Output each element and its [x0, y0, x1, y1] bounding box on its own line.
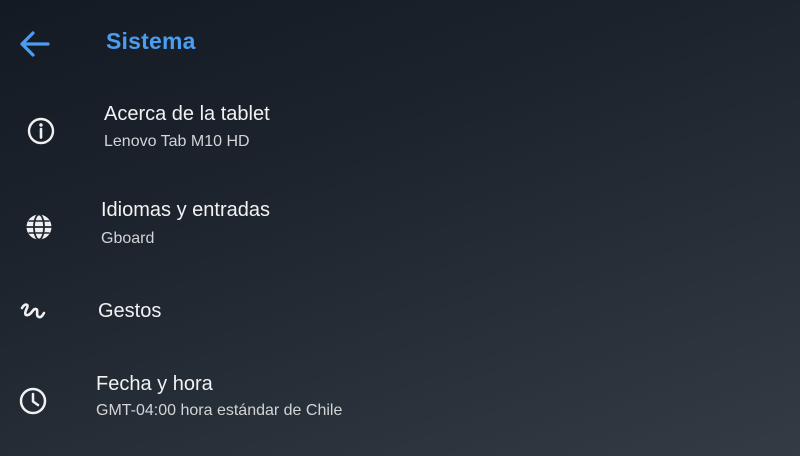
- settings-item-about-tablet[interactable]: Acerca de la tablet Lenovo Tab M10 HD: [0, 90, 800, 174]
- item-label: Acerca de la tablet: [104, 103, 270, 125]
- globe-icon: [22, 210, 56, 244]
- settings-item-gestures[interactable]: Gestos: [0, 278, 800, 362]
- item-summary: Gboard: [101, 230, 155, 247]
- info-icon: [24, 114, 58, 148]
- top-app-bar: Sistema: [0, 0, 800, 84]
- item-label: Idiomas y entradas: [101, 199, 270, 221]
- settings-item-languages-input[interactable]: Idiomas y entradas Gboard: [0, 186, 800, 270]
- clock-icon: [16, 384, 50, 418]
- arrow-back-icon: [20, 31, 50, 57]
- item-label: Gestos: [98, 300, 162, 322]
- settings-item-date-time[interactable]: Fecha y hora GMT-04:00 hora estándar de …: [0, 360, 800, 444]
- back-button[interactable]: [14, 24, 54, 64]
- gestures-icon: [16, 294, 50, 328]
- item-label: Fecha y hora: [96, 373, 213, 395]
- item-summary: Lenovo Tab M10 HD: [104, 133, 250, 150]
- page-title: Sistema: [106, 28, 196, 54]
- item-summary: GMT-04:00 hora estándar de Chile: [96, 402, 343, 419]
